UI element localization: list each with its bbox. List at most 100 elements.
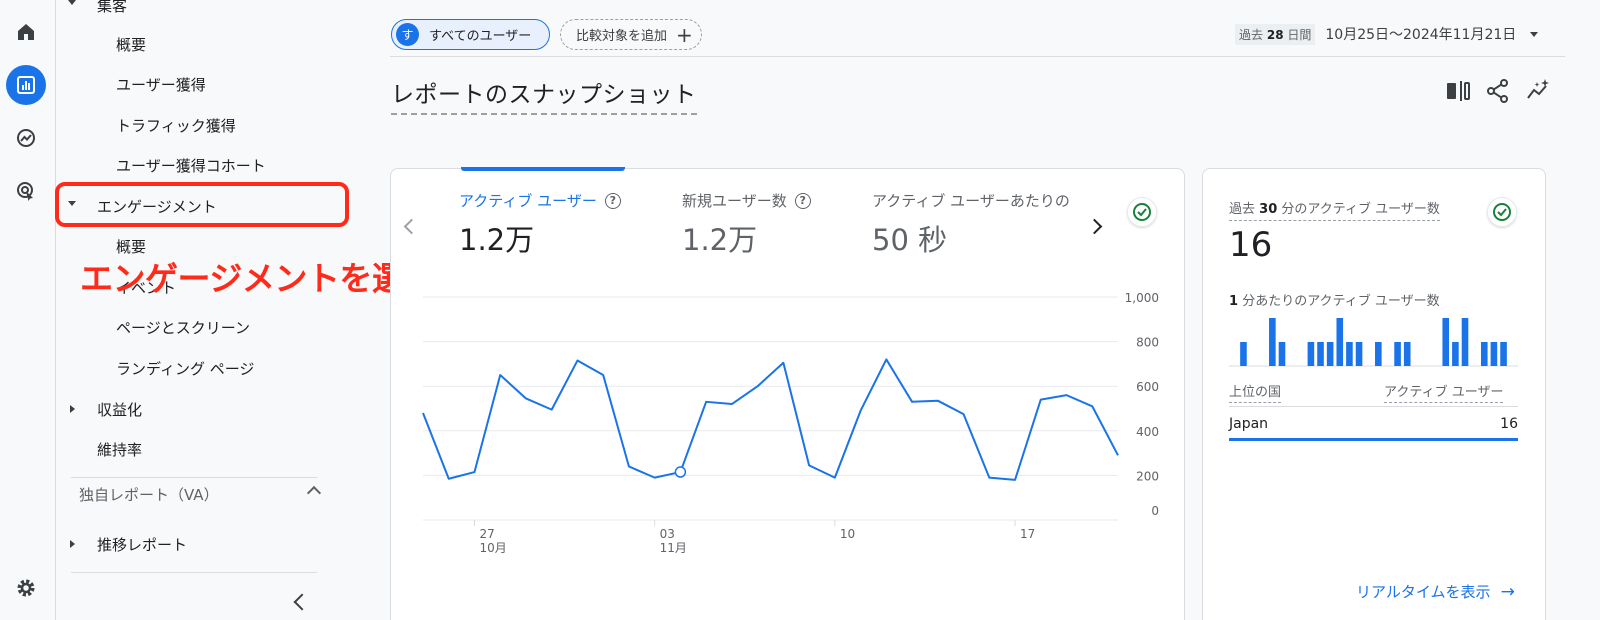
x-tick-label: 17	[1020, 527, 1035, 541]
help-icon[interactable]: ?	[794, 192, 811, 209]
data-point[interactable]	[936, 399, 940, 403]
data-point[interactable]	[859, 409, 863, 413]
settings-gear-icon[interactable]	[6, 568, 46, 608]
minute-bar[interactable]	[1269, 318, 1276, 366]
nav-trend-report[interactable]: 推移レポート	[57, 524, 340, 564]
data-point[interactable]	[987, 476, 991, 480]
minute-bar[interactable]	[1452, 342, 1459, 366]
minute-bar[interactable]	[1500, 342, 1507, 366]
data-point[interactable]	[781, 361, 785, 365]
nav-acq-cohort[interactable]: ユーザー獲得コホート	[57, 145, 340, 185]
minute-bar[interactable]	[1461, 318, 1469, 366]
reports-icon[interactable]	[6, 65, 46, 105]
explore-icon[interactable]	[6, 118, 46, 158]
nav-acq-traffic[interactable]: トラフィック獲得	[57, 105, 340, 145]
help-icon[interactable]: ?	[604, 192, 621, 209]
chevron-up-icon	[306, 485, 322, 501]
x-tick-label: 10	[840, 527, 855, 541]
data-point[interactable]	[1065, 393, 1069, 397]
minute-bar[interactable]	[1355, 342, 1363, 366]
advertising-icon[interactable]	[6, 171, 46, 211]
minute-bar[interactable]	[1278, 342, 1286, 366]
data-point[interactable]	[1090, 404, 1094, 408]
realtime-value: 16	[1229, 225, 1273, 265]
minute-bar[interactable]	[1394, 342, 1401, 366]
metric-new-users[interactable]: 新規ユーザー数? 1.2万	[682, 190, 811, 259]
minute-bar[interactable]	[1480, 342, 1488, 366]
caret-right-icon	[70, 405, 75, 413]
home-icon[interactable]	[6, 12, 46, 52]
metric-avg-engagement[interactable]: アクティブ ユーザーあたりの 50 秒	[872, 190, 1070, 259]
minute-bar[interactable]	[1375, 342, 1382, 366]
share-icon[interactable]	[1485, 78, 1511, 104]
data-point[interactable]	[601, 373, 605, 377]
highlighted-data-point[interactable]	[674, 466, 687, 478]
date-range-text: 10月25日～2024年11月21日	[1325, 27, 1517, 43]
nav-eng-pages[interactable]: ページとスクリーン	[57, 307, 340, 347]
caret-down-icon	[68, 0, 76, 5]
y-tick-label: 200	[1136, 469, 1159, 483]
data-point[interactable]	[962, 412, 966, 416]
data-point[interactable]	[498, 373, 502, 377]
metric-active-users[interactable]: アクティブ ユーザー? 1.2万	[459, 190, 621, 259]
data-point[interactable]	[833, 476, 837, 480]
nav-monetization[interactable]: 収益化	[57, 389, 340, 429]
nav-label: 維持率	[97, 440, 143, 459]
data-point[interactable]	[884, 357, 888, 361]
insights-icon[interactable]	[1526, 78, 1552, 104]
nav-label: トラフィック獲得	[116, 116, 236, 135]
users-cell: 16	[1500, 416, 1518, 432]
check-circle-icon	[1487, 197, 1517, 227]
data-point[interactable]	[1013, 478, 1017, 482]
segment-chip[interactable]: す すべてのユーザー	[391, 19, 550, 50]
minute-bar[interactable]	[1403, 342, 1411, 366]
row-share-bar	[1229, 438, 1518, 441]
date-range-picker[interactable]: 過去 28 日間 10月25日～2024年11月21日	[1235, 22, 1539, 46]
dropdown-arrow-icon	[1530, 31, 1539, 37]
y-tick-label: 0	[1151, 504, 1159, 518]
nav-acquisition[interactable]: 集客	[57, 0, 340, 25]
data-point[interactable]	[447, 477, 451, 481]
table-divider	[1229, 406, 1518, 407]
data-point[interactable]	[550, 408, 554, 412]
data-point[interactable]	[807, 463, 811, 467]
minute-bar[interactable]	[1317, 342, 1324, 366]
minute-bar[interactable]	[1490, 342, 1498, 366]
data-point[interactable]	[524, 396, 528, 400]
col-header-users: アクティブ ユーザー	[1384, 381, 1504, 403]
nav-label: ユーザー獲得	[116, 75, 206, 94]
data-point[interactable]	[910, 400, 914, 404]
add-comparison-button[interactable]: 比較対象を追加 +	[560, 19, 702, 50]
data-point[interactable]	[756, 384, 760, 388]
minute-bar[interactable]	[1336, 318, 1344, 366]
nav-acq-user[interactable]: ユーザー獲得	[57, 64, 340, 104]
data-point[interactable]	[1039, 398, 1043, 402]
customize-report-icon[interactable]	[1445, 78, 1471, 104]
nav-custom-section[interactable]: 独自レポート（VA）	[79, 484, 322, 506]
minute-bar[interactable]	[1346, 342, 1353, 366]
view-realtime-label: リアルタイムを表示	[1356, 583, 1491, 601]
nav-eng-landing[interactable]: ランディング ページ	[57, 348, 340, 388]
line-chart: 0 200 400 600 800 1,000 2710月 0311月 10 17	[421, 291, 1159, 555]
data-point[interactable]	[1116, 453, 1120, 457]
table-row: Japan 16	[1229, 416, 1518, 432]
x-tick-label: 03	[660, 527, 675, 541]
minute-bar[interactable]	[1307, 342, 1315, 366]
minute-bar[interactable]	[1240, 342, 1247, 366]
nav-acq-overview[interactable]: 概要	[57, 24, 340, 64]
metric-label: 新規ユーザー数	[682, 192, 787, 210]
data-point[interactable]	[421, 411, 425, 415]
data-point[interactable]	[575, 359, 579, 363]
top-divider	[390, 56, 1565, 57]
view-realtime-link[interactable]: リアルタイムを表示 →	[1356, 581, 1515, 602]
data-point[interactable]	[627, 464, 631, 468]
minute-bar[interactable]	[1326, 342, 1334, 366]
data-point[interactable]	[653, 476, 657, 480]
data-point[interactable]	[730, 402, 734, 406]
metric-label: アクティブ ユーザーあたりの	[872, 192, 1070, 210]
data-point[interactable]	[472, 470, 476, 474]
minute-bar[interactable]	[1442, 318, 1450, 366]
data-point[interactable]	[704, 400, 708, 404]
nav-retention[interactable]: 維持率	[57, 429, 340, 469]
rt-title-suffix: 分のアクティブ ユーザー数	[1281, 202, 1440, 217]
